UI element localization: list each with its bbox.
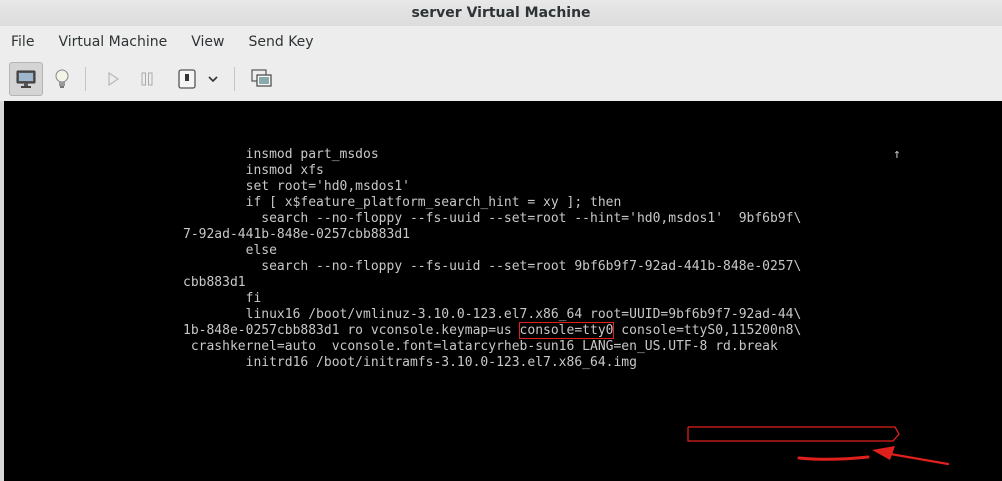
pause-button[interactable] [132, 64, 162, 94]
console-text: crashkernel=auto vconsole.font=latarcyrh… [183, 339, 716, 354]
lightbulb-icon [55, 69, 69, 88]
console-line: linux16 /boot/vmlinuz-3.10.0-123.el7.x86… [183, 307, 802, 322]
menu-bar: File Virtual Machine View Send Key [0, 28, 1002, 56]
toolbar-separator-2 [234, 67, 235, 91]
menu-send-key[interactable]: Send Key [236, 28, 325, 56]
toolbar [0, 58, 1002, 100]
play-icon [108, 71, 120, 87]
console-line: else [183, 243, 277, 258]
power-icon [178, 69, 196, 89]
console-line: fi [183, 291, 262, 306]
shutdown-button[interactable] [172, 64, 202, 94]
toolbar-separator [85, 67, 86, 91]
menu-view[interactable]: View [179, 28, 236, 56]
shutdown-menu-button[interactable] [204, 64, 222, 94]
fullscreen-button[interactable] [247, 64, 277, 94]
scroll-up-indicator: ↑ [893, 147, 901, 162]
console-line: initrd16 /boot/initramfs-3.10.0-123.el7.… [183, 355, 637, 370]
details-view-button[interactable] [47, 64, 77, 94]
fullscreen-icon [251, 69, 272, 87]
grub-editor-text[interactable]: insmod part_msdos insmod xfs set root='h… [183, 147, 801, 371]
console-line: cbb883d1 [183, 275, 246, 290]
title-bar[interactable]: server Virtual Machine [0, 0, 1002, 26]
console-line: insmod part_msdos [183, 147, 379, 162]
menu-virtual-machine[interactable]: Virtual Machine [46, 28, 179, 56]
window-title: server Virtual Machine [411, 5, 591, 21]
console-line: search --no-floppy --fs-uuid --set=root … [183, 259, 802, 274]
console-line: set root='hd0,msdos1' [183, 179, 410, 194]
pause-icon [141, 72, 153, 86]
menu-file[interactable]: File [0, 28, 46, 56]
console-line: insmod xfs [183, 163, 324, 178]
console-line: search --no-floppy --fs-uuid --set=root … [183, 211, 802, 226]
rd-break-text: rd.break [715, 339, 778, 354]
console-line-rd-break: crashkernel=auto vconsole.font=latarcyrh… [183, 339, 801, 355]
console-line: if [ x$feature_platform_search_hint = xy… [183, 195, 622, 210]
console-text: 1b-848e-0257cbb883d1 ro vconsole.keymap=… [183, 323, 520, 338]
console-view-button[interactable] [9, 62, 43, 96]
vm-window: server Virtual Machine File Virtual Mach… [0, 0, 1002, 481]
run-button[interactable] [98, 64, 128, 94]
chevron-down-icon [208, 76, 218, 83]
console-text: console=ttyS0,115200n8\ [613, 323, 802, 338]
highlighted-console-tty0: console=tty0 [518, 322, 615, 339]
monitor-icon [16, 70, 36, 88]
console-line: 7-92ad-441b-848e-0257cbb883d1 [183, 227, 410, 242]
console-line-kernel-args: 1b-848e-0257cbb883d1 ro vconsole.keymap=… [183, 322, 802, 339]
